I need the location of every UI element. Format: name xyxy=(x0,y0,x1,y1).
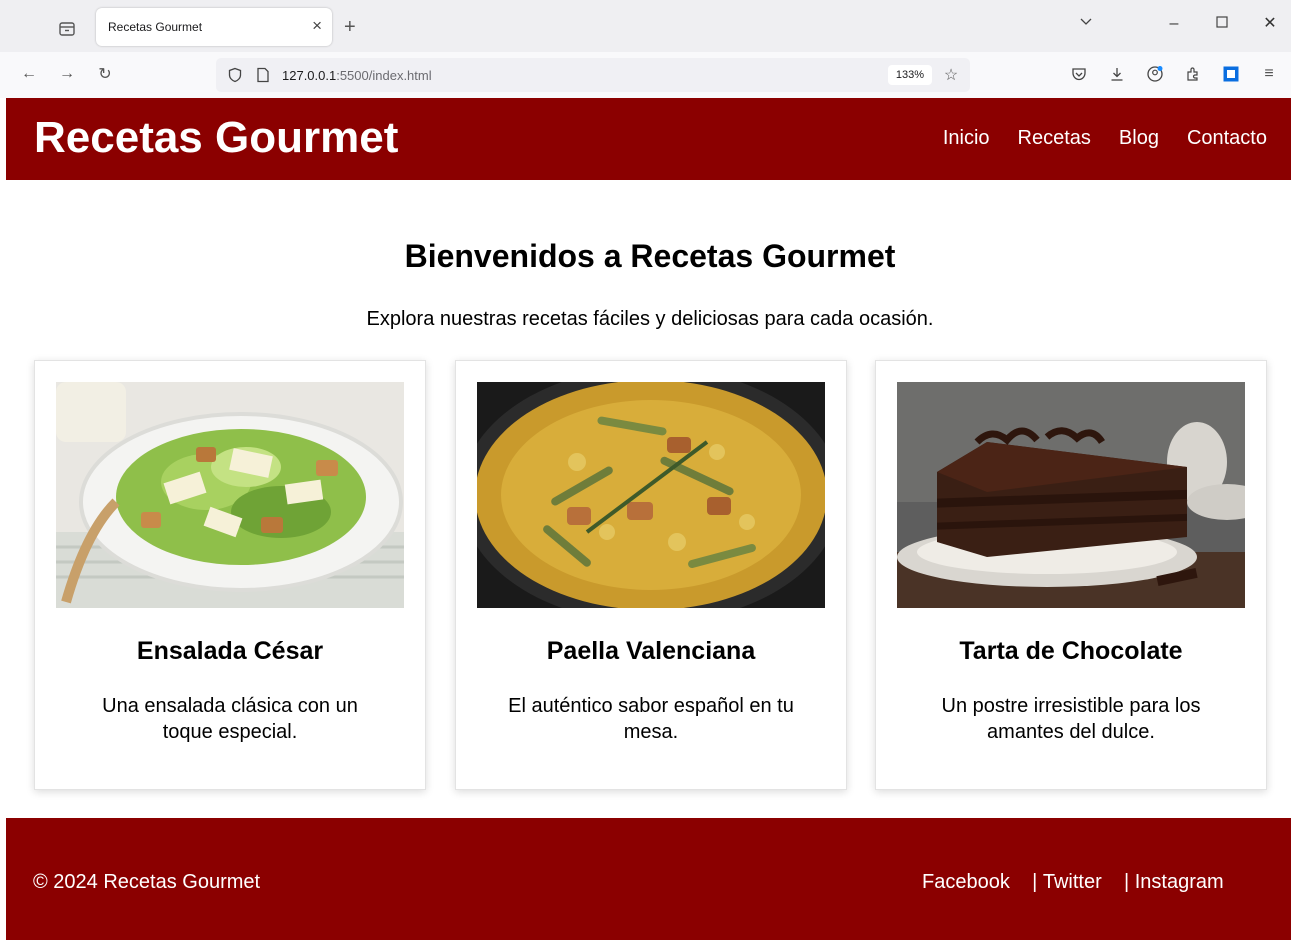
nav-link-recetas[interactable]: Recetas xyxy=(1018,126,1091,150)
recipe-description: El auténtico sabor español en tu mesa. xyxy=(508,695,794,743)
recipe-title[interactable]: Paella Valenciana xyxy=(456,635,846,667)
social-link-twitter[interactable]: Twitter xyxy=(1043,871,1102,893)
new-tab-icon[interactable]: + xyxy=(344,16,356,38)
recipe-description: Una ensalada clásica con un toque especi… xyxy=(102,695,358,743)
nav-link-contacto[interactable]: Contacto xyxy=(1187,126,1267,150)
nav-link-inicio[interactable]: Inicio xyxy=(943,126,990,150)
recipe-card-ensalada[interactable]: Ensalada César Una ensalada clásica con … xyxy=(34,360,426,790)
star-icon[interactable]: ☆ xyxy=(940,64,962,86)
maximize-icon[interactable] xyxy=(1210,14,1234,34)
hero-subtitle: Explora nuestras recetas fáciles y delic… xyxy=(366,308,934,330)
minimize-icon[interactable]: – xyxy=(1162,14,1186,34)
download-icon[interactable] xyxy=(1106,63,1128,85)
account-icon[interactable] xyxy=(1144,63,1166,85)
back-icon[interactable]: ← xyxy=(18,63,40,85)
site-title[interactable]: Recetas Gourmet xyxy=(34,112,398,164)
shield-icon[interactable] xyxy=(224,64,246,86)
extensions-icon[interactable] xyxy=(1182,63,1204,85)
social-separator: | xyxy=(1015,871,1043,893)
chevron-down-icon[interactable] xyxy=(1074,14,1098,34)
pocket-icon[interactable] xyxy=(1068,63,1090,85)
recipe-image-tarta xyxy=(897,382,1245,608)
tab-bar: Recetas Gourmet × + – ✕ xyxy=(0,0,1291,52)
close-window-icon[interactable]: ✕ xyxy=(1258,14,1282,34)
recipe-image-paella xyxy=(477,382,825,608)
reload-icon[interactable]: ↻ xyxy=(94,63,116,85)
browser-chrome: Recetas Gourmet × + – ✕ ← → ↻ 127.0.0.1:… xyxy=(0,0,1291,98)
extension-square-icon[interactable] xyxy=(1220,63,1242,85)
url-text: 127.0.0.1:5500/index.html xyxy=(282,68,432,83)
url-path: :5500/index.html xyxy=(336,68,432,83)
social-link-facebook[interactable]: Facebook xyxy=(922,871,1010,893)
close-tab-icon[interactable]: × xyxy=(312,16,322,36)
menu-icon[interactable]: ≡ xyxy=(1258,63,1280,85)
navigation-bar: ← → ↻ 127.0.0.1:5500/index.html 133% ☆ ≡ xyxy=(0,52,1291,98)
nav-link-blog[interactable]: Blog xyxy=(1119,126,1159,150)
recipe-card-paella[interactable]: Paella Valenciana El auténtico sabor esp… xyxy=(455,360,847,790)
url-host: 127.0.0.1 xyxy=(282,68,337,83)
recipe-card-tarta[interactable]: Tarta de Chocolate Un postre irresistibl… xyxy=(875,360,1267,790)
page-icon[interactable] xyxy=(252,64,274,86)
browser-tab[interactable]: Recetas Gourmet × xyxy=(96,8,332,46)
hero-title: Bienvenidos a Recetas Gourmet xyxy=(404,238,896,274)
copyright-text: © 2024 Recetas Gourmet xyxy=(33,871,261,893)
site-footer: © 2024 Recetas Gourmet Facebook | Twitte… xyxy=(6,818,1291,940)
recipe-title[interactable]: Tarta de Chocolate xyxy=(876,635,1266,667)
social-separator: | xyxy=(1107,871,1135,893)
recipe-image-ensalada xyxy=(56,382,404,608)
url-bar[interactable]: 127.0.0.1:5500/index.html 133% ☆ xyxy=(216,58,970,92)
site-header: Recetas Gourmet Inicio Recetas Blog Cont… xyxy=(6,98,1291,180)
main-nav: Inicio Recetas Blog Contacto xyxy=(943,126,1267,150)
forward-icon[interactable]: → xyxy=(56,63,78,85)
tab-title: Recetas Gourmet xyxy=(108,20,203,34)
social-link-instagram[interactable]: Instagram xyxy=(1135,871,1224,893)
zoom-level-badge[interactable]: 133% xyxy=(887,65,932,85)
recipe-description: Un postre irresistible para los amantes … xyxy=(941,695,1201,743)
social-links: Facebook | Twitter | Instagram xyxy=(922,870,1224,894)
tab-list-icon[interactable] xyxy=(58,20,76,38)
recipe-title[interactable]: Ensalada César xyxy=(35,635,425,667)
